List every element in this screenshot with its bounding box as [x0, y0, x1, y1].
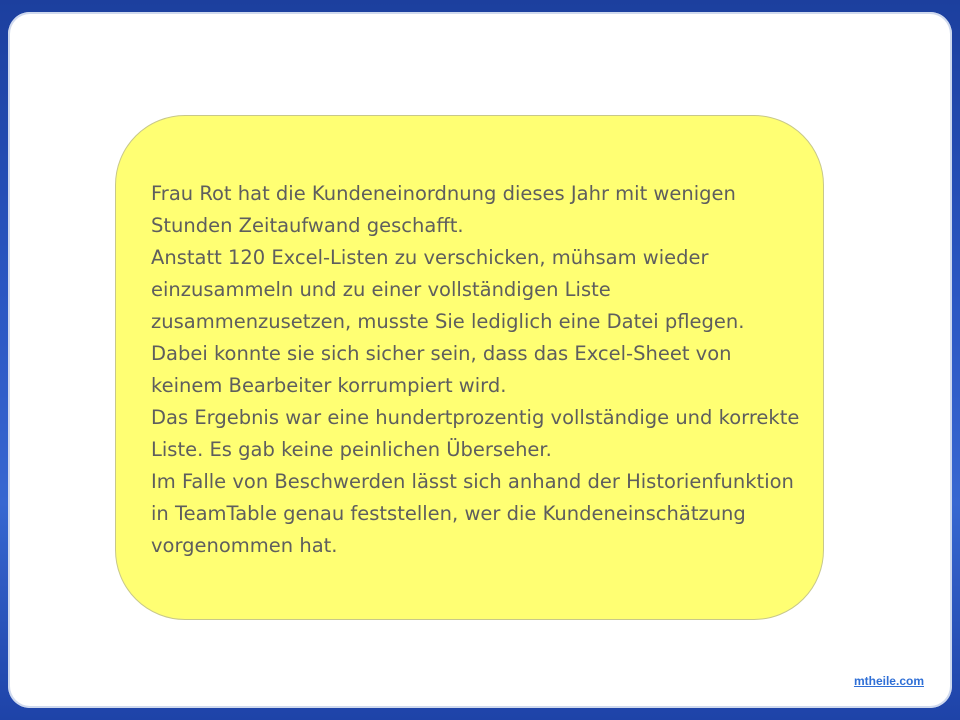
panel-text: Frau Rot hat die Kundeneinordnung dieses… — [151, 178, 801, 562]
paragraph-4: Im Falle von Beschwerden lässt sich anha… — [151, 470, 794, 557]
text-panel: Frau Rot hat die Kundeneinordnung dieses… — [115, 115, 824, 620]
slide-frame: Frau Rot hat die Kundeneinordnung dieses… — [8, 12, 952, 708]
paragraph-2: Anstatt 120 Excel-Listen zu verschicken,… — [151, 246, 745, 397]
paragraph-3: Das Ergebnis war eine hundertprozentig v… — [151, 406, 800, 461]
paragraph-1: Frau Rot hat die Kundeneinordnung dieses… — [151, 182, 736, 237]
footer-link[interactable]: mtheile.com — [854, 674, 924, 688]
